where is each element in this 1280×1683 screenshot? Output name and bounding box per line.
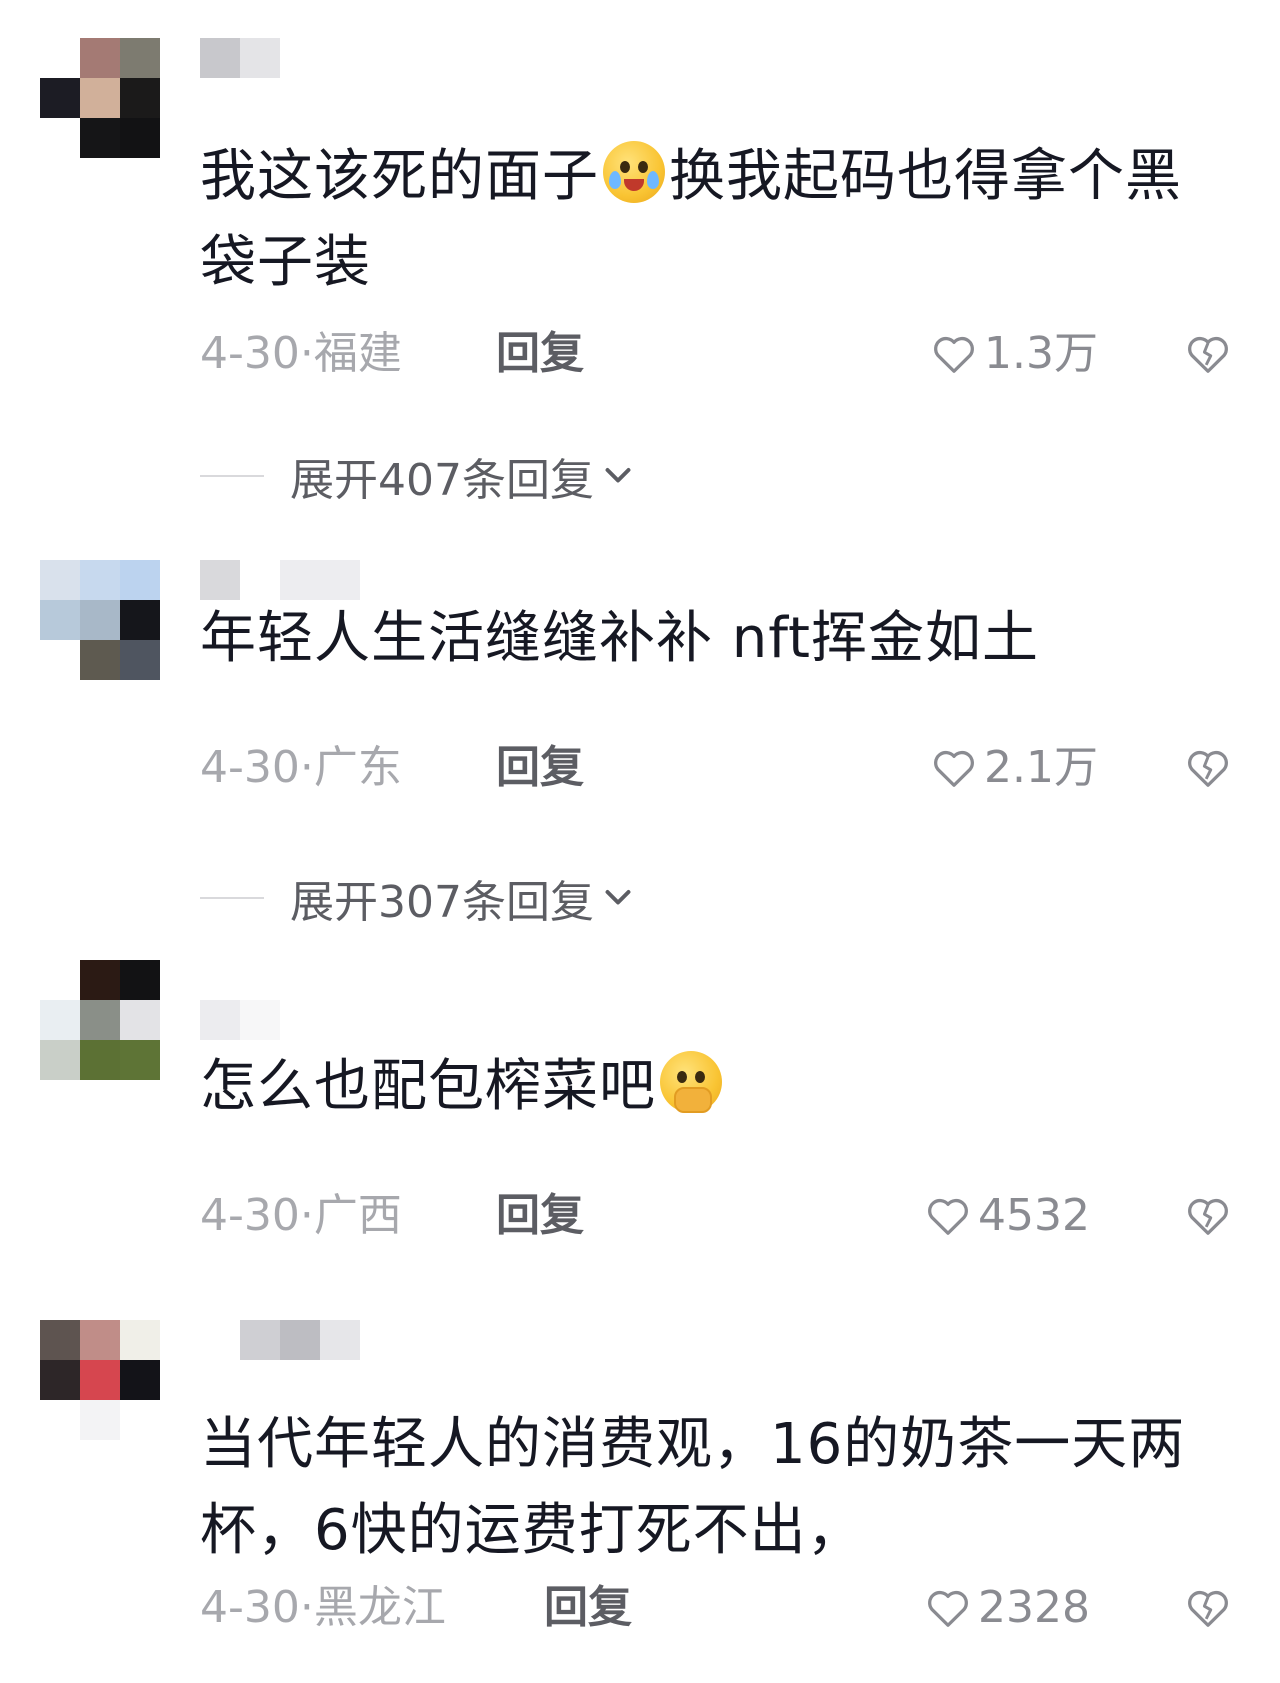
time-location: 4-30·福建 [200,328,402,379]
chevron-down-icon [605,468,631,483]
like-count: 1.3万 [984,328,1098,379]
heart-outline-icon [928,1198,968,1235]
broken-heart-outline-icon[interactable] [1186,1588,1230,1628]
avatar[interactable] [40,1320,160,1440]
comment-meta: 4-30·广东 回复 2.1万 [200,738,1230,798]
heart-outline-icon [928,1590,968,1627]
avatar[interactable] [40,560,160,680]
comment-text: 我这该死的面子 换我起码也得拿个黑袋子装 [200,134,1230,306]
broken-heart-outline-icon[interactable] [1186,748,1230,788]
avatar[interactable] [40,38,160,158]
comment-text: 怎么也配包榨菜吧 [200,1044,1230,1130]
heart-outline-icon [934,336,974,373]
comment-meta: 4-30·福建 回复 1.3万 [200,324,1230,384]
time-location: 4-30·黑龙江 [200,1582,446,1633]
reply-button[interactable]: 回复 [544,1578,632,1638]
reply-button[interactable]: 回复 [496,738,584,798]
expand-replies-label: 展开407条回复 [290,455,594,506]
divider-line [200,897,264,899]
like-count: 2.1万 [984,742,1098,793]
broken-heart-outline-icon[interactable] [1186,1196,1230,1236]
comment-text: 当代年轻人的消费观，16的奶茶一天两杯，6快的运费打死不出， [200,1412,1186,1563]
broken-heart-outline-icon[interactable] [1186,334,1230,374]
reply-button[interactable]: 回复 [496,1186,584,1246]
chevron-down-icon [605,890,631,905]
time-location: 4-30·广东 [200,742,402,793]
shy-covering-mouth-face-icon [660,1051,722,1113]
comment-meta: 4-30·广西 回复 4532 [200,1186,1230,1246]
heart-outline-icon [934,750,974,787]
username-blurred[interactable] [200,38,280,84]
expand-replies-button[interactable]: 展开307条回复 [200,868,636,928]
like-count: 2328 [978,1582,1090,1633]
like-button[interactable]: 2.1万 [932,738,1098,798]
expand-replies-button[interactable]: 展开407条回复 [200,446,636,506]
like-button[interactable]: 1.3万 [932,324,1098,384]
time-location: 4-30·广西 [200,1190,402,1241]
username-blurred[interactable] [200,1000,280,1046]
crying-laughing-face-icon [603,141,665,203]
comment-text: 年轻人生活缝缝补补 nft挥金如土 [200,606,1039,671]
expand-replies-label: 展开307条回复 [290,877,594,928]
divider-line [200,475,264,477]
like-count: 4532 [978,1190,1090,1241]
reply-button[interactable]: 回复 [496,324,584,384]
avatar[interactable] [40,960,160,1080]
username-blurred[interactable] [240,1320,360,1366]
like-button[interactable]: 4532 [926,1186,1090,1246]
like-button[interactable]: 2328 [926,1578,1090,1638]
comment-meta: 4-30·黑龙江 回复 2328 [200,1578,1230,1638]
